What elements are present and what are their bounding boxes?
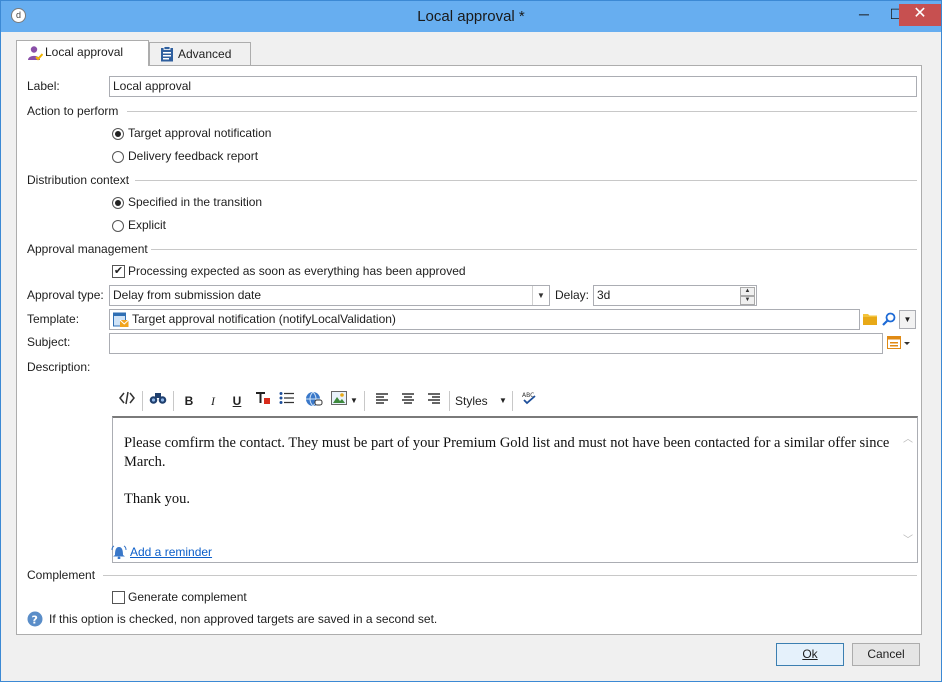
align-left-icon[interactable]: [374, 391, 390, 411]
ok-button[interactable]: Ok: [776, 643, 844, 666]
scroll-down-icon[interactable]: ﹀: [902, 535, 914, 547]
scroll-up-icon[interactable]: ︿: [902, 434, 914, 446]
close-button[interactable]: ✕: [899, 4, 941, 26]
ok-button-label: Ok: [802, 647, 818, 661]
generate-complement-label: Generate complement: [128, 590, 247, 604]
cancel-button-label: Cancel: [867, 647, 905, 661]
approval-section-title: Approval management: [27, 242, 148, 256]
cancel-button[interactable]: Cancel: [852, 643, 920, 666]
template-caption: Template:: [27, 312, 80, 326]
chevron-down-icon[interactable]: ▼: [349, 391, 359, 411]
bullet-list-icon[interactable]: [278, 391, 296, 411]
radio-delivery-feedback-label: Delivery feedback report: [128, 149, 259, 163]
align-center-icon[interactable]: [400, 391, 416, 411]
toolbar-separator: [364, 391, 365, 411]
complement-section-title: Complement: [27, 568, 96, 582]
action-section-title: Action to perform: [27, 104, 119, 118]
bold-button[interactable]: B: [181, 391, 197, 411]
styles-dropdown[interactable]: Styles: [455, 391, 493, 411]
delay-input[interactable]: 3d: [593, 285, 757, 306]
delay-value: 3d: [597, 288, 611, 302]
toolbar-separator: [173, 391, 174, 411]
add-reminder-link[interactable]: Add a reminder: [130, 545, 212, 559]
minimize-button[interactable]: ─: [849, 4, 879, 26]
source-code-icon[interactable]: [118, 391, 136, 411]
approval-type-value: Delay from submission date: [113, 288, 262, 302]
radio-target-approval-label: Target approval notification: [128, 126, 272, 140]
radio-specified-transition-label: Specified in the transition: [128, 195, 263, 209]
description-line: Please comfirm the contact. They must be…: [124, 435, 890, 470]
tab-local-approval[interactable]: Local approval: [16, 40, 149, 66]
tab-panel: Label: Local approval Action to perform …: [16, 65, 922, 635]
template-value: Target approval notification (notifyLoca…: [132, 312, 396, 326]
svg-text:?: ?: [32, 614, 38, 627]
toolbar-separator: [449, 391, 450, 411]
delay-caption: Delay:: [555, 288, 590, 302]
distribution-section-title: Distribution context: [27, 173, 130, 187]
radio-target-approval[interactable]: [112, 128, 124, 140]
chevron-down-icon[interactable]: ▼: [532, 286, 549, 305]
tab-advanced-label: Advanced: [178, 47, 232, 61]
subject-input[interactable]: [109, 333, 883, 354]
search-icon[interactable]: [882, 312, 896, 329]
generate-complement-checkbox[interactable]: [112, 591, 125, 604]
reminder-bell-icon: [111, 545, 127, 562]
find-icon[interactable]: [148, 391, 168, 411]
approval-type-select[interactable]: Delay from submission date ▼: [109, 285, 550, 306]
user-approval-icon: [27, 45, 44, 68]
subject-caption: Subject:: [27, 335, 71, 349]
processing-checkbox-label: Processing expected as soon as everythin…: [128, 264, 466, 278]
tab-advanced[interactable]: Advanced: [149, 42, 251, 66]
section-divider: [151, 249, 917, 250]
insert-link-icon[interactable]: [304, 391, 324, 411]
editor-toolbar: B I U ▼ Styles ▼ ABC: [112, 388, 918, 414]
template-dropdown-button[interactable]: ▼: [899, 310, 916, 329]
window-title: Local approval *: [417, 8, 525, 25]
spin-up-icon[interactable]: ▲: [740, 287, 755, 296]
radio-explicit-label: Explicit: [128, 218, 167, 232]
toolbar-separator: [142, 391, 143, 411]
dialog-window: d Local approval * ─ ☐ ✕ Local approval: [0, 0, 942, 682]
align-right-icon[interactable]: [426, 391, 442, 411]
spellcheck-icon[interactable]: ABC: [520, 391, 538, 411]
insert-image-icon[interactable]: [330, 391, 348, 411]
template-icon: [113, 312, 129, 329]
help-text: If this option is checked, non approved …: [49, 612, 438, 626]
template-input[interactable]: Target approval notification (notifyLoca…: [109, 309, 860, 330]
underline-button[interactable]: U: [229, 391, 245, 411]
italic-button[interactable]: I: [205, 391, 221, 411]
section-divider: [135, 180, 917, 181]
radio-specified-transition[interactable]: [112, 197, 124, 209]
radio-delivery-feedback[interactable]: [112, 151, 124, 163]
text-color-icon[interactable]: [254, 391, 272, 411]
title-bar[interactable]: d Local approval * ─ ☐ ✕: [1, 1, 941, 32]
approval-type-caption: Approval type:: [27, 288, 104, 302]
toolbar-separator: [512, 391, 513, 411]
description-text[interactable]: Please comfirm the contact. They must be…: [124, 434, 894, 509]
label-caption: Label:: [27, 79, 60, 93]
processing-checkbox[interactable]: ✔: [112, 265, 125, 278]
section-divider: [127, 111, 917, 112]
description-line: Thank you.: [124, 491, 191, 507]
spin-down-icon[interactable]: ▼: [740, 296, 755, 305]
description-caption: Description:: [27, 360, 91, 374]
folder-icon[interactable]: [863, 312, 877, 328]
label-input[interactable]: Local approval: [109, 76, 917, 97]
radio-explicit[interactable]: [112, 220, 124, 232]
section-divider: [103, 575, 917, 576]
personalize-icon[interactable]: [887, 336, 911, 353]
chevron-down-icon[interactable]: ▼: [498, 391, 508, 411]
tab-local-approval-label: Local approval: [45, 45, 124, 59]
help-icon: ?: [27, 611, 43, 630]
description-editor[interactable]: Please comfirm the contact. They must be…: [112, 416, 918, 563]
